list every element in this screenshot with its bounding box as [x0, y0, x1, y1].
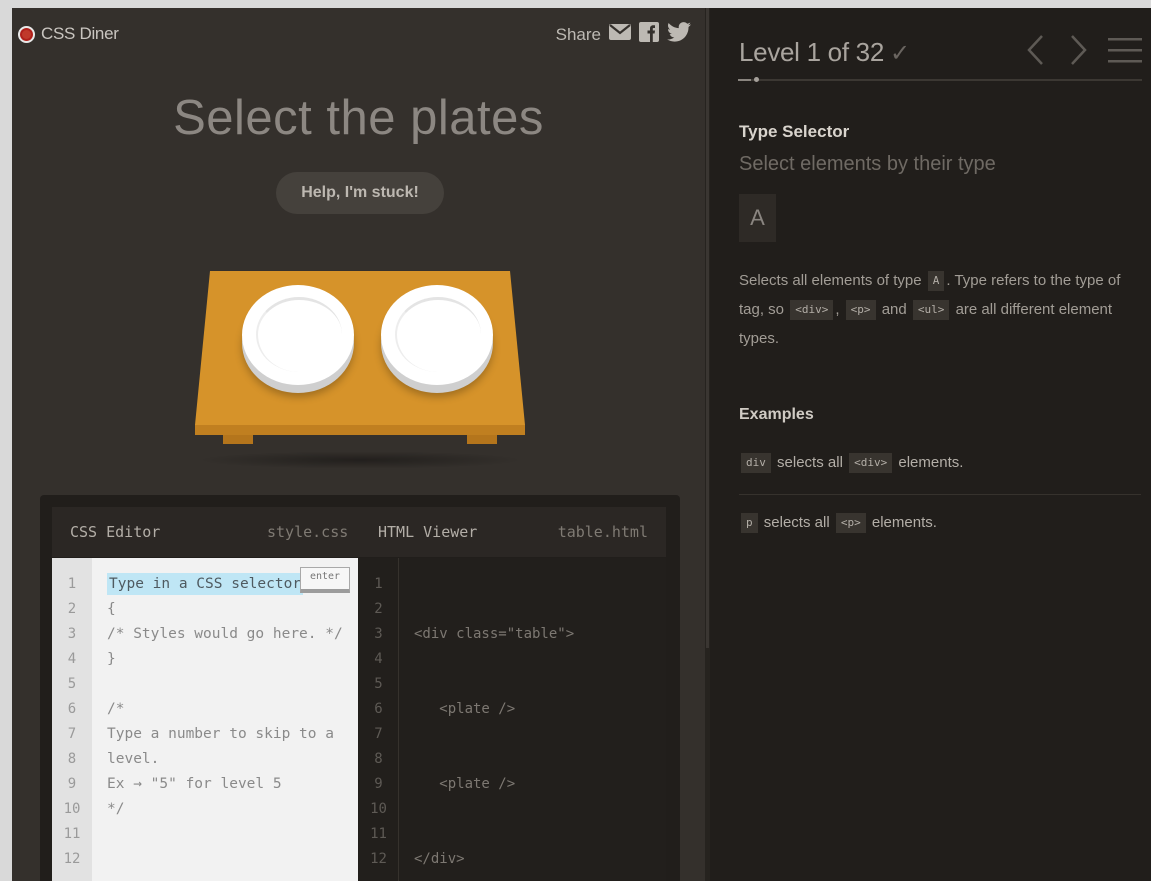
example-item: div selects all <div> elements. — [739, 453, 963, 473]
editor-header: CSS Editor style.css HTML Viewer table.h… — [52, 507, 666, 557]
line-number: 1 — [374, 576, 383, 592]
checkmark-icon: ✓ — [890, 40, 910, 67]
code-tag: <p> — [835, 513, 866, 533]
selector-syntax: A — [739, 194, 776, 242]
code-tag: <div> — [790, 300, 834, 321]
code-line: { — [107, 601, 116, 617]
help-button[interactable]: Help, I'm stuck! — [276, 172, 444, 214]
html-line[interactable]: <plate /> — [414, 697, 574, 722]
code-tag: div — [741, 453, 771, 473]
code-line: } — [107, 651, 116, 667]
html-viewer-title: HTML Viewer — [378, 523, 478, 541]
html-file-name: table.html — [557, 523, 648, 541]
html-line-numbers: 1 2 3 4 5 6 7 8 9 10 11 12 — [359, 558, 399, 881]
example-item: p selects all <p> elements. — [739, 513, 937, 533]
line-number: 3 — [374, 626, 383, 642]
sidebar: Level 1 of 32 ✓ Type Selector Select elem… — [710, 8, 1151, 881]
html-code: <div class="table"> <plate /> <plate /> … — [414, 572, 574, 881]
selector-name: Type Selector — [739, 122, 850, 141]
share-bar: Share — [556, 22, 691, 47]
line-number: 5 — [374, 676, 383, 692]
level-counter-text: Level 1 of 32 — [739, 37, 884, 67]
html-viewer: 1 2 3 4 5 6 7 8 9 10 11 12 <div class="t… — [359, 558, 666, 881]
mail-icon[interactable] — [609, 24, 631, 45]
code-line: level. — [107, 751, 160, 767]
line-number: 7 — [374, 726, 383, 742]
level-progress-fill — [738, 79, 751, 81]
code-line: /* Styles would go here. */ — [107, 626, 343, 642]
html-line[interactable]: <div class="table"> — [414, 622, 574, 647]
css-code: Type in a CSS selector { /* Styles would… — [107, 572, 352, 822]
menu-icon[interactable] — [1108, 32, 1142, 73]
css-file-name: style.css — [267, 523, 349, 541]
line-number: 4 — [374, 651, 383, 667]
code-line: Type a number to skip to a — [107, 726, 334, 742]
code-line: */ — [107, 801, 125, 817]
line-number: 10 — [63, 801, 81, 817]
level-instruction: Select the plates — [173, 91, 544, 145]
chevron-right-icon[interactable] — [1066, 32, 1092, 73]
code-tag: p — [741, 513, 758, 533]
css-selector-input[interactable]: Type in a CSS selector — [107, 573, 304, 595]
brand-name: CSS Diner — [41, 24, 119, 43]
table-shadow — [195, 451, 525, 469]
selector-explanation: Selects all elements of type A. Type ref… — [739, 271, 1121, 347]
share-label: Share — [555, 24, 601, 44]
brand-logo-icon — [18, 25, 35, 43]
code-tag: <div> — [849, 453, 893, 473]
app-frame: CSS Diner Share Select the plates Help, … — [12, 8, 1151, 881]
code-tag: <p> — [845, 300, 876, 321]
game-area: CSS Diner Share Select the plates Help, … — [12, 8, 705, 881]
editor-panel: CSS Editor style.css HTML Viewer table.h… — [40, 495, 680, 881]
level-progress-bar — [738, 77, 1142, 82]
enter-button[interactable]: enter — [300, 567, 350, 593]
line-number: 8 — [374, 751, 383, 767]
level-counter: Level 1 of 32 ✓ — [739, 37, 910, 68]
plate[interactable] — [242, 285, 354, 385]
line-number: 2 — [67, 601, 77, 617]
twitter-icon[interactable] — [667, 22, 691, 47]
line-number: 11 — [63, 826, 81, 842]
top-bar: CSS Diner Share — [12, 8, 705, 60]
brand[interactable]: CSS Diner — [18, 24, 119, 44]
line-number: 9 — [67, 776, 77, 792]
line-number: 7 — [67, 726, 77, 742]
examples-heading: Examples — [739, 406, 814, 423]
line-number: 3 — [67, 626, 77, 642]
line-number: 11 — [370, 826, 387, 842]
css-line-numbers: 1 2 3 4 5 6 7 8 9 10 11 12 — [52, 558, 92, 881]
chevron-left-icon[interactable] — [1022, 32, 1048, 73]
line-number: 12 — [370, 851, 387, 867]
table — [195, 263, 525, 469]
code-line: Ex → "5" for level 5 — [107, 776, 282, 792]
selector-description: Select elements by their type — [739, 153, 996, 175]
line-number: 5 — [67, 676, 77, 692]
code-tag: A — [927, 271, 945, 292]
plate[interactable] — [381, 285, 493, 385]
css-editor-title: CSS Editor — [70, 523, 161, 541]
level-progress-marker — [753, 77, 759, 82]
line-number: 9 — [374, 776, 383, 792]
line-number: 6 — [374, 701, 383, 717]
examples-divider — [739, 494, 1141, 495]
css-editor[interactable]: 1 2 3 4 5 6 7 8 9 10 11 12 Type in a CSS… — [52, 558, 358, 881]
facebook-icon[interactable] — [639, 22, 659, 47]
line-number: 1 — [67, 576, 77, 592]
line-number: 12 — [63, 851, 81, 867]
html-line[interactable]: <plate /> — [414, 772, 574, 797]
code-line: /* — [107, 701, 125, 717]
code-tag: <ul> — [912, 300, 950, 321]
html-line[interactable]: </div> — [414, 847, 574, 872]
line-number: 10 — [370, 801, 387, 817]
line-number: 6 — [67, 701, 77, 717]
line-number: 8 — [67, 751, 77, 767]
line-number: 2 — [374, 601, 383, 617]
line-number: 4 — [67, 651, 77, 667]
